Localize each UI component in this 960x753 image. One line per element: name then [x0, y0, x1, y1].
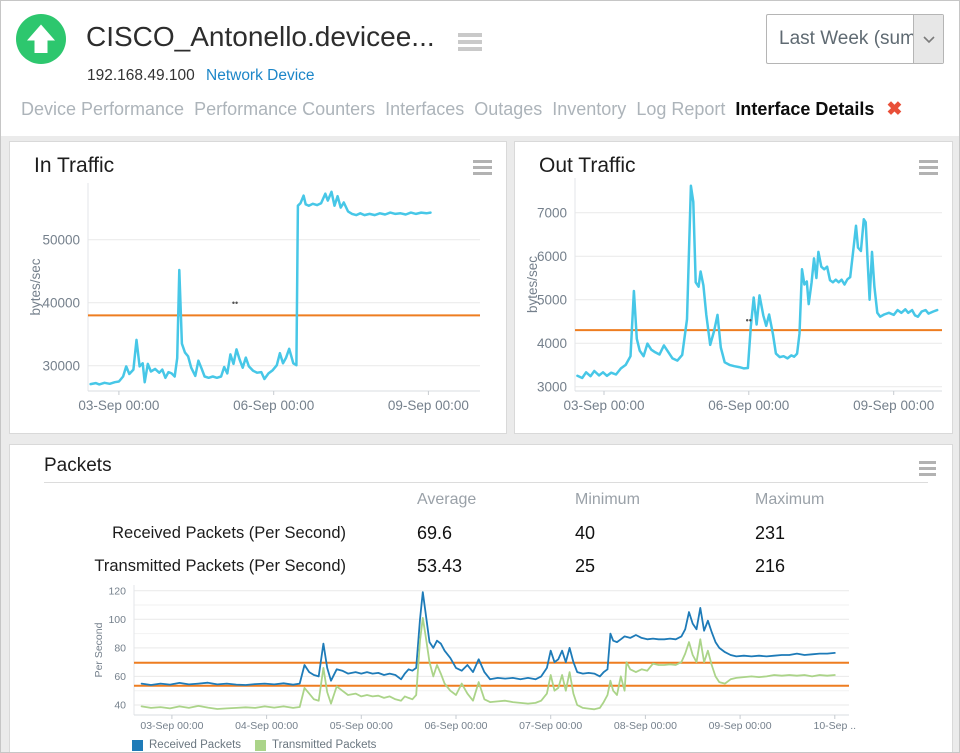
y-tick-label: 50000	[42, 233, 80, 248]
x-tick-label: 03-Sep 00:00	[563, 398, 644, 413]
x-tick-label: 08-Sep 00:00	[614, 720, 677, 732]
received-packets-per-second--maximum: 231	[755, 523, 928, 544]
y-tick-label: 5000	[537, 292, 567, 307]
legend-label-transmitted-packets: Transmitted Packets	[272, 739, 376, 751]
y-tick-label: 7000	[537, 206, 567, 221]
y-tick-label: 60	[114, 671, 126, 683]
row-label-received-packets-per-second-: Received Packets (Per Second)	[44, 524, 417, 543]
time-period-value: Last Week (sum	[767, 15, 913, 63]
y-tick-label: 40	[114, 700, 126, 712]
tab-inventory[interactable]: Inventory	[552, 99, 626, 120]
packets-summary-table: AverageMinimumMaximum Received Packets (P…	[44, 487, 928, 579]
interface-details-page: CISCO_Antonello.devicee... Last Week (su…	[0, 0, 960, 753]
in-traffic-panel: In Traffic 30000400005000003-Sep 00:0006…	[9, 141, 507, 434]
x-tick-label: 04-Sep 00:00	[235, 720, 298, 732]
series-in-traffic	[91, 192, 431, 385]
out-traffic-chart[interactable]: 3000 4000 5000 6000 7000 03-Sep 00:00 06-Sep 0…	[515, 150, 952, 433]
y-tick-label: 6000	[537, 249, 567, 264]
legend-swatch-transmitted-packets	[255, 740, 266, 751]
in-traffic-chart[interactable]: 30000 40000 50000 03-Sep 00:00 06-Sep 00:00 0…	[10, 150, 506, 433]
up-arrow-icon	[16, 14, 66, 64]
transmitted-packets-per-second--maximum: 216	[755, 556, 928, 577]
column-header-minimum: Minimum	[575, 491, 755, 509]
y-tick-label: 30000	[42, 359, 80, 374]
series-received-packets	[142, 592, 835, 685]
packets-title: Packets	[44, 455, 112, 477]
x-tick-label: 05-Sep 00:00	[330, 720, 393, 732]
series-out-traffic	[577, 186, 937, 378]
x-tick-label: 09-Sep 00:00	[709, 720, 772, 732]
x-tick-label: 07-Sep 00:00	[519, 720, 582, 732]
y-tick-label: 80	[114, 643, 126, 655]
received-packets-per-second--minimum: 40	[575, 523, 755, 544]
event-marker-dots: ••	[232, 298, 238, 308]
x-tick-label: 06-Sep 00:00	[233, 398, 314, 413]
y-axis-title: bytes/sec	[525, 256, 540, 313]
x-tick-label: 10-Sep ..	[813, 720, 856, 732]
page-title: CISCO_Antonello.devicee...	[86, 21, 435, 53]
tab-performance-counters[interactable]: Performance Counters	[194, 99, 375, 120]
y-tick-label: 3000	[537, 379, 567, 394]
y-tick-label: 100	[108, 614, 126, 626]
device-ip: 192.168.49.100	[87, 67, 195, 85]
tab-device-performance[interactable]: Device Performance	[21, 99, 184, 120]
tab-outages[interactable]: Outages	[474, 99, 542, 120]
device-up-status-icon	[16, 14, 66, 64]
device-menu-hamburger-icon[interactable]	[458, 33, 482, 51]
packets-panel: Packets AverageMinimumMaximum Received Pa…	[9, 444, 953, 753]
column-header-maximum: Maximum	[755, 491, 928, 509]
close-tab-icon[interactable]: ✖	[886, 100, 902, 119]
x-tick-label: 09-Sep 00:00	[388, 398, 469, 413]
y-axis-title: bytes/sec	[28, 258, 43, 315]
chevron-down-icon[interactable]	[913, 15, 943, 63]
y-tick-label: 40000	[42, 296, 80, 311]
device-header: CISCO_Antonello.devicee... Last Week (su…	[1, 1, 959, 136]
time-period-select[interactable]: Last Week (sum	[766, 14, 944, 64]
tab-interface-details-active[interactable]: Interface Details	[735, 99, 874, 120]
packets-chart[interactable]: 40 60 80 100 120 03-Sep 00:00 04-Sep 00:00 05-S…	[10, 577, 952, 749]
legend-swatch-received-packets	[132, 740, 143, 751]
y-tick-label: 120	[108, 585, 126, 597]
transmitted-packets-per-second--minimum: 25	[575, 556, 755, 577]
column-header-average: Average	[417, 491, 575, 509]
received-packets-per-second--average: 69.6	[417, 523, 575, 544]
packets-menu-hamburger-icon[interactable]	[919, 461, 936, 476]
packets-legend: Received Packets Transmitted Packets	[132, 739, 376, 751]
x-tick-label: 06-Sep 00:00	[424, 720, 487, 732]
row-label-transmitted-packets-per-second-: Transmitted Packets (Per Second)	[44, 557, 417, 576]
x-tick-label: 06-Sep 00:00	[708, 398, 789, 413]
device-type-link[interactable]: Network Device	[206, 67, 315, 85]
tab-log-report[interactable]: Log Report	[636, 99, 725, 120]
x-tick-label: 09-Sep 00:00	[853, 398, 934, 413]
y-axis-title: Per Second	[93, 622, 105, 677]
event-marker-dots: ••	[746, 316, 752, 326]
legend-label-received-packets: Received Packets	[149, 739, 241, 751]
tab-interfaces[interactable]: Interfaces	[385, 99, 464, 120]
legend-item-received-packets[interactable]: Received Packets	[132, 739, 241, 751]
out-traffic-panel: Out Traffic 3000400050006000700003-Sep 0…	[514, 141, 953, 434]
y-tick-label: 4000	[537, 336, 567, 351]
transmitted-packets-per-second--average: 53.43	[417, 556, 575, 577]
x-tick-label: 03-Sep 00:00	[78, 398, 159, 413]
device-tabs: Device Performance Performance Counters In…	[21, 99, 902, 120]
x-tick-label: 03-Sep 00:00	[140, 720, 203, 732]
packets-title-divider	[44, 482, 928, 483]
legend-item-transmitted-packets[interactable]: Transmitted Packets	[255, 739, 376, 751]
